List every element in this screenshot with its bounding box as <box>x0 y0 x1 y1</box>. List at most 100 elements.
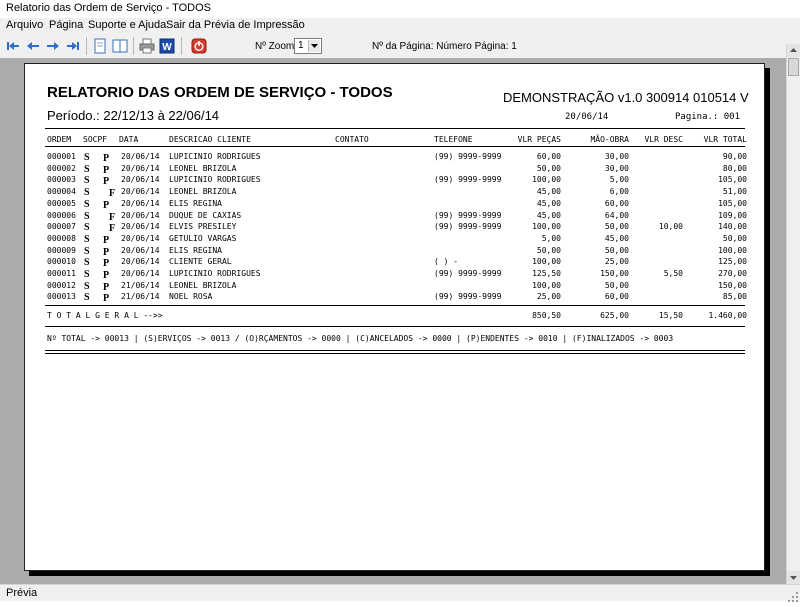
cell-cliente: NOEL ROSA <box>169 292 213 302</box>
cell-tipo: S <box>84 245 90 257</box>
cell-telefone: ( ) - <box>434 257 459 267</box>
cell-vlr-total: 100,00 <box>718 245 747 255</box>
cell-cliente: LEONEL BRIZOLA <box>169 187 237 197</box>
cell-vlr-pecas: 100,00 <box>532 222 561 232</box>
next-page-icon[interactable] <box>44 37 62 55</box>
col-mao-obra: MÃO-OBRA <box>590 135 629 144</box>
cell-cliente: ELIS REGINA <box>169 245 222 255</box>
cell-vlr-pecas: 45,00 <box>536 198 561 208</box>
print-date: 20/06/14 <box>565 112 609 122</box>
cell-vlr-total: 109,00 <box>718 210 747 220</box>
first-page-icon[interactable] <box>4 37 22 55</box>
cell-status: F <box>109 188 116 200</box>
window-title: Relatorio das Ordem de Serviço - TODOS <box>6 2 212 14</box>
resize-grip-icon[interactable] <box>788 589 798 602</box>
summary-bottom-rule-2 <box>45 353 745 354</box>
cell-ordem: 000009 <box>47 245 76 255</box>
cell-ordem: 000006 <box>47 210 76 220</box>
menu-arquivo[interactable]: Arquivo <box>6 19 43 31</box>
menu-suporte-ajuda[interactable]: Suporte e Ajuda <box>88 19 166 31</box>
menu-sair-previa[interactable]: Sair da Prévia de Impressão <box>166 19 305 31</box>
demo-version: DEMONSTRAÇÃO v1.0 300914 010514 V <box>503 90 749 105</box>
cell-tipo: S <box>84 198 90 210</box>
cell-vlr-total: 150,00 <box>718 280 747 290</box>
toolbar-separator <box>133 37 134 55</box>
cell-data: 20/06/14 <box>121 222 160 232</box>
cell-vlr-pecas: 5,00 <box>541 233 561 243</box>
cell-data: 20/06/14 <box>121 198 160 208</box>
word-export-icon[interactable]: W <box>158 37 176 55</box>
cell-ordem: 000003 <box>47 175 76 185</box>
total-desc: 15,50 <box>658 311 683 320</box>
cell-status: P <box>103 153 110 164</box>
cell-data: 20/06/14 <box>121 233 160 243</box>
cell-mao-obra: 60,00 <box>604 198 629 208</box>
col-ordem: ORDEM <box>47 135 72 144</box>
cell-data: 20/06/14 <box>121 257 160 267</box>
cell-data: 20/06/14 <box>121 245 160 255</box>
last-page-icon[interactable] <box>64 37 82 55</box>
cell-vlr-desc: 5,50 <box>663 269 683 278</box>
cell-cliente: LUPICINIO RODRIGUES <box>169 175 261 185</box>
cell-tipo: S <box>84 257 90 269</box>
cell-data: 20/06/14 <box>121 163 160 173</box>
cell-status: P <box>103 258 110 270</box>
cell-cliente: DUQUE DE CAXIAS <box>169 210 242 220</box>
cell-vlr-pecas: 50,00 <box>536 163 561 173</box>
cell-data: 21/06/14 <box>121 280 160 290</box>
report-page: RELATORIO DAS ORDEM DE SERVIÇO - TODOS D… <box>24 63 765 571</box>
cell-status: F <box>109 211 116 223</box>
cell-mao-obra: 50,00 <box>604 245 629 255</box>
scroll-up-icon[interactable] <box>787 44 800 57</box>
cell-status: P <box>103 270 110 281</box>
cell-mao-obra: 45,00 <box>604 233 629 243</box>
cell-ordem: 000002 <box>47 163 76 173</box>
col-telefone: TELEFONE <box>434 135 473 144</box>
cell-status: P <box>103 176 110 188</box>
cell-data: 20/06/14 <box>121 175 160 185</box>
report-period: Período.: 22/12/13 à 22/06/14 <box>47 108 220 123</box>
cell-tipo: S <box>84 175 90 187</box>
cell-telefone: (99) 9999-9999 <box>434 222 502 232</box>
cell-mao-obra: 30,00 <box>604 163 629 173</box>
vertical-scrollbar[interactable] <box>786 44 800 584</box>
power-icon[interactable] <box>190 37 208 55</box>
cell-vlr-total: 80,00 <box>722 163 747 173</box>
scroll-thumb[interactable] <box>788 58 799 76</box>
cell-ordem: 000012 <box>47 280 76 290</box>
cell-mao-obra: 30,00 <box>604 152 629 161</box>
cell-status: P <box>103 199 110 211</box>
cell-vlr-total: 125,00 <box>718 257 747 267</box>
col-vlr-total: VLR TOTAL <box>703 135 747 144</box>
cell-mao-obra: 6,00 <box>609 187 629 197</box>
single-page-icon[interactable] <box>91 37 109 55</box>
cell-cliente: GETULIO VARGAS <box>169 233 237 243</box>
report-title: RELATORIO DAS ORDEM DE SERVIÇO - TODOS <box>47 84 393 101</box>
cell-tipo: S <box>84 292 90 304</box>
col-vlr-desc: VLR DESC <box>644 135 683 144</box>
menu-pagina[interactable]: Página <box>49 19 83 31</box>
cell-mao-obra: 50,00 <box>604 280 629 290</box>
cell-telefone: (99) 9999-9999 <box>434 269 502 278</box>
cell-mao-obra: 64,00 <box>604 210 629 220</box>
previous-page-icon[interactable] <box>24 37 42 55</box>
total-mao-obra: 625,00 <box>600 311 629 320</box>
preview-viewport: RELATORIO DAS ORDEM DE SERVIÇO - TODOS D… <box>0 58 786 584</box>
zoom-select[interactable]: 1 <box>294 38 322 54</box>
cell-vlr-pecas: 100,00 <box>532 175 561 185</box>
two-pages-icon[interactable] <box>111 37 129 55</box>
cell-vlr-pecas: 45,00 <box>536 187 561 197</box>
cell-vlr-total: 51,00 <box>722 187 747 197</box>
cell-ordem: 000013 <box>47 292 76 302</box>
col-socpf: SOCPF <box>83 135 108 144</box>
cell-tipo: S <box>84 210 90 222</box>
col-descricao-cliente: DESCRICAO CLIENTE <box>169 135 251 144</box>
chevron-down-icon[interactable] <box>308 40 320 52</box>
printer-icon[interactable] <box>138 37 156 55</box>
status-bar: Prévia <box>0 584 800 602</box>
cell-cliente: ELIS REGINA <box>169 198 222 208</box>
cell-data: 21/06/14 <box>121 292 160 302</box>
cell-ordem: 000007 <box>47 222 76 232</box>
scroll-down-icon[interactable] <box>787 571 800 584</box>
total-pecas: 850,50 <box>532 311 561 320</box>
